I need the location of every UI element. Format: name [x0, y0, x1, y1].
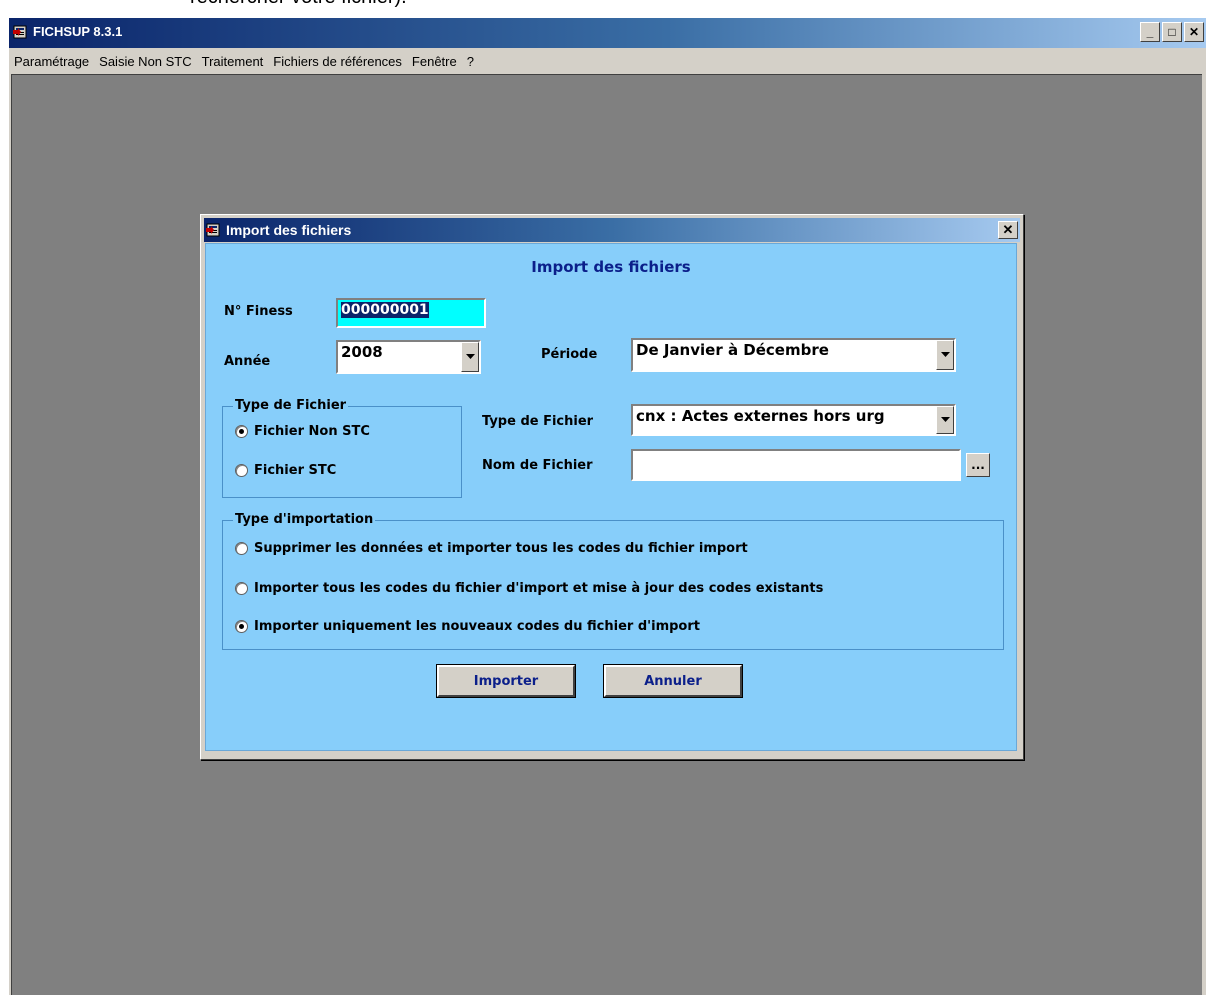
radio-import-mise-a-jour-label: Importer tous les codes du fichier d'imp… [254, 581, 824, 596]
radio-unselected-icon [235, 582, 248, 595]
annee-select[interactable]: 2008 [336, 340, 481, 374]
browse-button[interactable]: ... [966, 453, 990, 477]
chevron-down-icon[interactable] [936, 340, 954, 370]
type-fichier-label: Type de Fichier [482, 414, 594, 429]
menu-fenetre[interactable]: Fenêtre [407, 54, 462, 69]
chevron-down-icon[interactable] [461, 342, 479, 372]
type-fichier-value: cnx : Actes externes hors urg [636, 407, 885, 425]
type-fichier-legend: Type de Fichier [233, 398, 349, 413]
radio-import-mise-a-jour[interactable]: Importer tous les codes du fichier d'imp… [235, 581, 823, 596]
app-titlebar[interactable]: FICHSUP 8.3.1 _ □ ✕ [9, 18, 1206, 48]
dialog-icon [206, 223, 220, 237]
app-title: FICHSUP 8.3.1 [33, 24, 123, 39]
type-fichier-group: Type de Fichier Fichier Non STC Fichier … [222, 398, 462, 498]
radio-fichier-non-stc-label: Fichier Non STC [254, 424, 370, 439]
finess-input[interactable]: 000000001 [336, 298, 486, 328]
radio-import-nouveaux-label: Importer uniquement les nouveaux codes d… [254, 619, 700, 634]
chevron-down-icon[interactable] [936, 406, 954, 434]
app-icon [13, 25, 27, 39]
radio-import-supprimer[interactable]: Supprimer les données et importer tous l… [235, 541, 748, 556]
periode-value: De Janvier à Décembre [636, 341, 829, 359]
radio-selected-icon [235, 620, 248, 633]
annuler-button[interactable]: Annuler [604, 665, 742, 697]
type-fichier-select[interactable]: cnx : Actes externes hors urg [631, 404, 956, 436]
menu-saisie-non-stc[interactable]: Saisie Non STC [94, 54, 196, 69]
menu-traitement[interactable]: Traitement [197, 54, 269, 69]
annee-label: Année [224, 354, 271, 369]
app-window: FICHSUP 8.3.1 _ □ ✕ Paramétrage Saisie N… [8, 17, 1206, 995]
periode-label: Période [541, 347, 598, 362]
radio-fichier-non-stc[interactable]: Fichier Non STC [235, 424, 370, 439]
radio-unselected-icon [235, 542, 248, 555]
dialog-close-button[interactable]: ✕ [998, 221, 1018, 239]
menu-fichiers-references[interactable]: Fichiers de références [268, 54, 407, 69]
type-importation-group: Type d'importation Supprimer les données… [222, 512, 1004, 650]
radio-selected-icon [235, 425, 248, 438]
radio-import-supprimer-label: Supprimer les données et importer tous l… [254, 541, 748, 556]
periode-select[interactable]: De Janvier à Décembre [631, 338, 956, 372]
finess-value: 000000001 [341, 302, 429, 318]
minimize-button[interactable]: _ [1140, 22, 1160, 42]
maximize-button[interactable]: □ [1162, 22, 1182, 42]
menu-help[interactable]: ? [462, 54, 479, 69]
menu-parametrage[interactable]: Paramétrage [9, 54, 94, 69]
nom-fichier-label: Nom de Fichier [482, 458, 593, 473]
dialog-titlebar[interactable]: Import des fichiers ✕ [204, 218, 1020, 242]
import-dialog: Import des fichiers ✕ Import des fichier… [200, 214, 1024, 760]
importer-button[interactable]: Importer [437, 665, 575, 697]
dialog-body: Import des fichiers N° Finess 000000001 … [205, 243, 1017, 751]
radio-import-nouveaux[interactable]: Importer uniquement les nouveaux codes d… [235, 619, 700, 634]
annee-value: 2008 [341, 343, 383, 361]
radio-unselected-icon [235, 464, 248, 477]
dialog-title: Import des fichiers [226, 222, 352, 238]
finess-label: N° Finess [224, 304, 293, 319]
type-importation-legend: Type d'importation [233, 512, 376, 527]
dialog-heading: Import des fichiers [531, 258, 691, 276]
document-text-snippet: rechercher votre fichier). [190, 0, 407, 9]
close-button[interactable]: ✕ [1184, 22, 1204, 42]
menubar: Paramétrage Saisie Non STC Traitement Fi… [9, 48, 1206, 74]
radio-fichier-stc-label: Fichier STC [254, 463, 337, 478]
radio-fichier-stc[interactable]: Fichier STC [235, 463, 336, 478]
nom-fichier-input[interactable] [631, 449, 961, 481]
